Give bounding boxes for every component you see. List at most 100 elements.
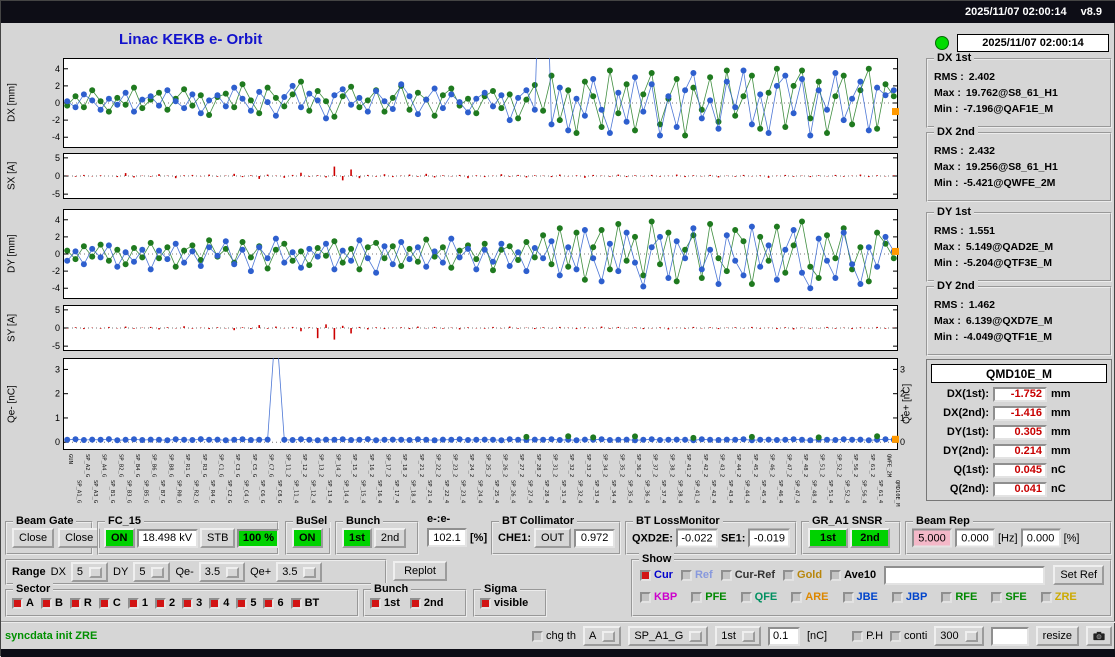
bpm-row-label: Q(1st): bbox=[953, 464, 989, 476]
busel-on-button[interactable]: ON bbox=[292, 528, 323, 548]
fc15-percent-display: 100 % bbox=[237, 528, 280, 548]
svg-text:SP_17_4: SP_17_4 bbox=[393, 480, 399, 504]
set-ref-button[interactable]: Set Ref bbox=[1053, 565, 1104, 585]
show-checkbox-jbp[interactable] bbox=[891, 591, 903, 603]
show-checkbox-ref[interactable] bbox=[680, 569, 692, 581]
dropdown-indicator-icon bbox=[303, 566, 317, 578]
ref-file-input[interactable] bbox=[884, 565, 1046, 585]
beam-gate-close-button-1[interactable]: Close bbox=[12, 528, 55, 548]
svg-text:SP_21_2: SP_21_2 bbox=[418, 454, 424, 477]
show-checkbox-pfe[interactable] bbox=[691, 591, 703, 603]
svg-text:SP_13_4: SP_13_4 bbox=[326, 480, 332, 504]
che1-out-button[interactable]: OUT bbox=[534, 528, 572, 548]
bt-lossmonitor-title: BT LossMonitor bbox=[633, 515, 723, 528]
svg-text:SP_43_4: SP_43_4 bbox=[727, 480, 733, 504]
sector-label-6: 6 bbox=[277, 597, 284, 609]
sector-checkbox-4[interactable] bbox=[209, 597, 221, 609]
svg-text:SP_23_4: SP_23_4 bbox=[460, 480, 466, 504]
sigma-visible-checkbox[interactable] bbox=[480, 597, 491, 609]
show-checkbox-zre[interactable] bbox=[1040, 591, 1052, 603]
sector-checkbox-a[interactable] bbox=[12, 597, 23, 609]
range-qe-minus-dropdown[interactable]: 3.5 bbox=[198, 562, 246, 582]
qe-plot[interactable]: 00112233 bbox=[41, 358, 912, 450]
resize-button[interactable]: resize bbox=[1035, 626, 1079, 646]
show-checkbox-ave10[interactable] bbox=[830, 569, 842, 581]
show-checkbox-jbe[interactable] bbox=[842, 591, 854, 603]
bunch-1st-button[interactable]: 1st bbox=[342, 528, 372, 548]
beam-rep-duty-display: 0.000 bbox=[1020, 528, 1061, 548]
sector-select-dropdown[interactable]: A bbox=[582, 626, 622, 646]
sy-plot[interactable]: -5 0 5 bbox=[41, 305, 912, 351]
bunch-checkbox-2nd[interactable] bbox=[409, 597, 421, 609]
svg-text:SP_14_2: SP_14_2 bbox=[334, 454, 340, 477]
svg-text:SP_56_4: SP_56_4 bbox=[860, 480, 866, 504]
svg-text:SP_17_2: SP_17_2 bbox=[384, 454, 390, 477]
range-qe-plus-dropdown[interactable]: 3.5 bbox=[276, 562, 323, 582]
che1-value-display: 0.972 bbox=[574, 528, 615, 548]
show-checkbox-are[interactable] bbox=[791, 591, 803, 603]
range-dx-dropdown[interactable]: 5 bbox=[70, 562, 109, 582]
show-checkbox-gold[interactable] bbox=[783, 569, 795, 581]
selected-bpm-name[interactable]: QMD10E_M bbox=[931, 364, 1107, 383]
sx-plot[interactable]: -5 0 5 bbox=[41, 153, 912, 199]
count-entry[interactable] bbox=[990, 626, 1029, 646]
sector-checkbox-b[interactable] bbox=[40, 597, 52, 609]
qe-minus-axis-label: Qe- [nC] bbox=[6, 385, 18, 423]
dy-plot[interactable]: -4 -2 0 2 4 bbox=[41, 209, 912, 299]
sector-checkbox-5[interactable] bbox=[236, 597, 248, 609]
show-checkbox-qfe[interactable] bbox=[740, 591, 752, 603]
count-dropdown[interactable]: 300 bbox=[934, 626, 984, 646]
sigma-title: Sigma bbox=[481, 583, 521, 596]
ee-ratio-title: e-:e- bbox=[427, 513, 451, 525]
show-label-gold: Gold bbox=[797, 569, 823, 581]
replot-button[interactable]: Replot bbox=[393, 561, 447, 581]
show-checkbox-kbp[interactable] bbox=[640, 591, 651, 603]
bunch-select-dropdown[interactable]: 1st bbox=[715, 626, 761, 646]
show-checkbox-cur[interactable] bbox=[640, 569, 651, 581]
window-title-bar: 2025/11/07 02:00:14 v8.9 bbox=[1, 1, 1115, 23]
sector-label-a: A bbox=[26, 597, 34, 609]
busel-title: BuSel bbox=[293, 515, 331, 528]
show-checkbox-rfe[interactable] bbox=[941, 591, 953, 603]
beam-gate-close-button-2[interactable]: Close bbox=[58, 528, 101, 548]
fc15-stb-button[interactable]: STB bbox=[200, 528, 236, 548]
threshold-input[interactable] bbox=[767, 626, 800, 646]
svg-text:SP_48_2: SP_48_2 bbox=[802, 454, 808, 477]
bunch-checkbox-1st[interactable] bbox=[370, 597, 381, 609]
range-dy-dropdown[interactable]: 5 bbox=[133, 562, 171, 582]
bunch-filter-frame: Bunch 1st 2nd bbox=[363, 583, 467, 617]
show-checkbox-cur-ref[interactable] bbox=[720, 569, 732, 581]
sector-checkbox-3[interactable] bbox=[182, 597, 194, 609]
screenshot-button[interactable] bbox=[1086, 626, 1112, 646]
sector-checkbox-1[interactable] bbox=[127, 597, 139, 609]
fc15-on-button[interactable]: ON bbox=[104, 528, 135, 548]
sector-checkbox-r[interactable] bbox=[69, 597, 81, 609]
titlebar-version: v8.9 bbox=[1080, 6, 1102, 18]
sector-checkbox-6[interactable] bbox=[263, 597, 275, 609]
svg-text:SP_51_4: SP_51_4 bbox=[827, 480, 833, 504]
ph-checkbox[interactable] bbox=[852, 630, 864, 642]
bunch-2nd-button[interactable]: 2nd bbox=[373, 528, 407, 548]
dx-plot[interactable]: -4 -2 0 2 4 bbox=[41, 58, 912, 148]
che1-label: CHE1: bbox=[498, 532, 532, 544]
sector-checkbox-2[interactable] bbox=[154, 597, 166, 609]
chg-th-checkbox[interactable] bbox=[532, 630, 544, 642]
svg-text:0: 0 bbox=[55, 249, 60, 259]
svg-text:SP_27_4: SP_27_4 bbox=[526, 480, 532, 504]
svg-text:SP_21_4: SP_21_4 bbox=[426, 480, 432, 504]
snsr-1st-button[interactable]: 1st bbox=[808, 528, 848, 548]
svg-text:4: 4 bbox=[55, 215, 60, 225]
sector-checkbox-c[interactable] bbox=[98, 597, 110, 609]
bpm-select-dropdown[interactable]: SP_A1_G bbox=[628, 626, 709, 646]
ee-ratio-unit: [%] bbox=[470, 531, 488, 544]
show-checkbox-sfe[interactable] bbox=[991, 591, 1003, 603]
svg-text:SP_B2_G: SP_B2_G bbox=[117, 454, 123, 477]
orbit-app-window: { "topbar": {"datetime": "2025/11/07 02:… bbox=[0, 0, 1115, 657]
svg-text:SP_23_2: SP_23_2 bbox=[451, 454, 457, 477]
dy-1st-stats-frame: DY 1st RMS : 1.551 Max : 5.149@QAD2E_M Min… bbox=[926, 206, 1112, 282]
sector-checkbox-bt[interactable] bbox=[290, 597, 302, 609]
svg-text:2: 2 bbox=[55, 81, 60, 91]
snsr-2nd-button[interactable]: 2nd bbox=[850, 528, 890, 548]
conti-checkbox[interactable] bbox=[890, 630, 902, 642]
svg-text:-2: -2 bbox=[52, 266, 60, 276]
